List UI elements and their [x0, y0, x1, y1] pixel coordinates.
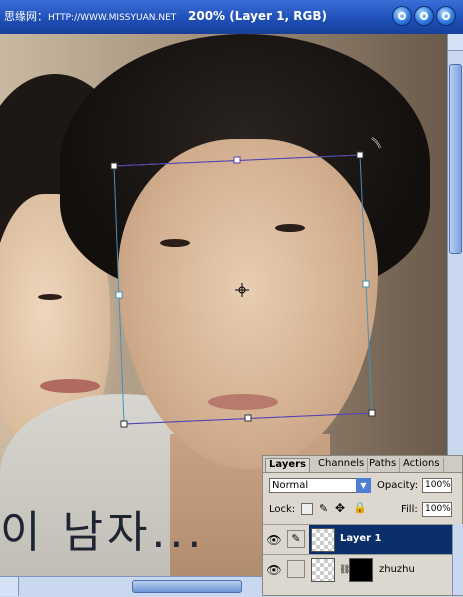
- scroll-up-button[interactable]: [448, 34, 463, 51]
- lock-image-brush-icon[interactable]: ✎: [319, 502, 328, 515]
- tab-channels[interactable]: Channels: [315, 458, 369, 472]
- handle-middle-left[interactable]: [115, 291, 123, 299]
- layer-mask-thumbnail: [349, 558, 373, 582]
- tab-paths[interactable]: Paths: [366, 458, 401, 472]
- eye-visibility-icon[interactable]: 👁: [265, 561, 283, 579]
- close-button[interactable]: [436, 6, 456, 26]
- brush-icon[interactable]: ✎: [287, 530, 305, 548]
- layer-thumbnail: [311, 528, 335, 552]
- rotate-cursor-icon: [371, 137, 381, 149]
- minimize-icon: [398, 12, 406, 20]
- tab-layers[interactable]: Layers: [265, 458, 310, 472]
- close-icon: [442, 12, 450, 20]
- handle-middle-right[interactable]: [362, 280, 370, 288]
- eye-visibility-icon[interactable]: 👁: [265, 531, 283, 549]
- watermark-prefix: 思缘网：: [4, 10, 48, 23]
- link-cell[interactable]: [287, 560, 305, 578]
- scroll-left-button[interactable]: [0, 577, 19, 596]
- layer-name: zhuzhu: [379, 564, 415, 575]
- palette-tabs: Layers Channels Paths Actions: [263, 456, 462, 473]
- pivot-point-icon[interactable]: [235, 283, 249, 297]
- layer-row[interactable]: 👁 ⛓ zhuzhu: [263, 554, 462, 584]
- lock-all-padlock-icon[interactable]: 🔒: [353, 501, 367, 514]
- layer-thumbnail: [311, 558, 335, 582]
- layer-row-selected-highlight: Layer 1: [309, 525, 454, 554]
- handle-top-left[interactable]: [110, 162, 118, 170]
- layers-scrollbar[interactable]: [452, 524, 463, 595]
- layer-row[interactable]: 👁 ✎ Layer 1: [263, 524, 462, 554]
- opacity-label: Opacity:: [377, 480, 419, 491]
- blend-mode-value: Normal: [272, 480, 309, 491]
- maximize-button[interactable]: [414, 6, 434, 26]
- vertical-scroll-thumb[interactable]: [449, 64, 462, 254]
- chevron-down-icon[interactable]: ▼: [356, 478, 371, 493]
- fill-field[interactable]: 100%: [422, 502, 452, 517]
- layer-name: Layer 1: [340, 533, 382, 544]
- lock-label: Lock:: [269, 504, 296, 515]
- tab-actions[interactable]: Actions: [400, 458, 444, 472]
- handle-top-right[interactable]: [356, 151, 364, 159]
- minimize-button[interactable]: [392, 6, 412, 26]
- watermark-text: 思缘网：HTTP://WWW.MISSYUAN.NET: [4, 8, 176, 24]
- opacity-field[interactable]: 100%: [422, 478, 452, 493]
- window-title: 200% (Layer 1, RGB): [188, 9, 327, 23]
- handle-bottom-right[interactable]: [368, 409, 376, 417]
- handle-bottom-middle[interactable]: [244, 414, 252, 422]
- horizontal-scroll-thumb[interactable]: [132, 580, 242, 593]
- blend-mode-select[interactable]: Normal ▼: [269, 478, 371, 493]
- handle-bottom-left[interactable]: [120, 420, 128, 428]
- maximize-icon: [420, 12, 428, 20]
- lock-transparency-icon[interactable]: [301, 503, 313, 515]
- lock-position-move-icon[interactable]: ✥: [335, 501, 345, 515]
- layers-palette: Layers Channels Paths Actions Normal ▼ O…: [262, 455, 463, 596]
- fill-label: Fill:: [401, 504, 418, 515]
- title-bar: 思缘网：HTTP://WWW.MISSYUAN.NET 200% (Layer …: [0, 0, 463, 34]
- watermark-url: HTTP://WWW.MISSYUAN.NET: [48, 13, 177, 23]
- handle-top-middle[interactable]: [233, 156, 241, 164]
